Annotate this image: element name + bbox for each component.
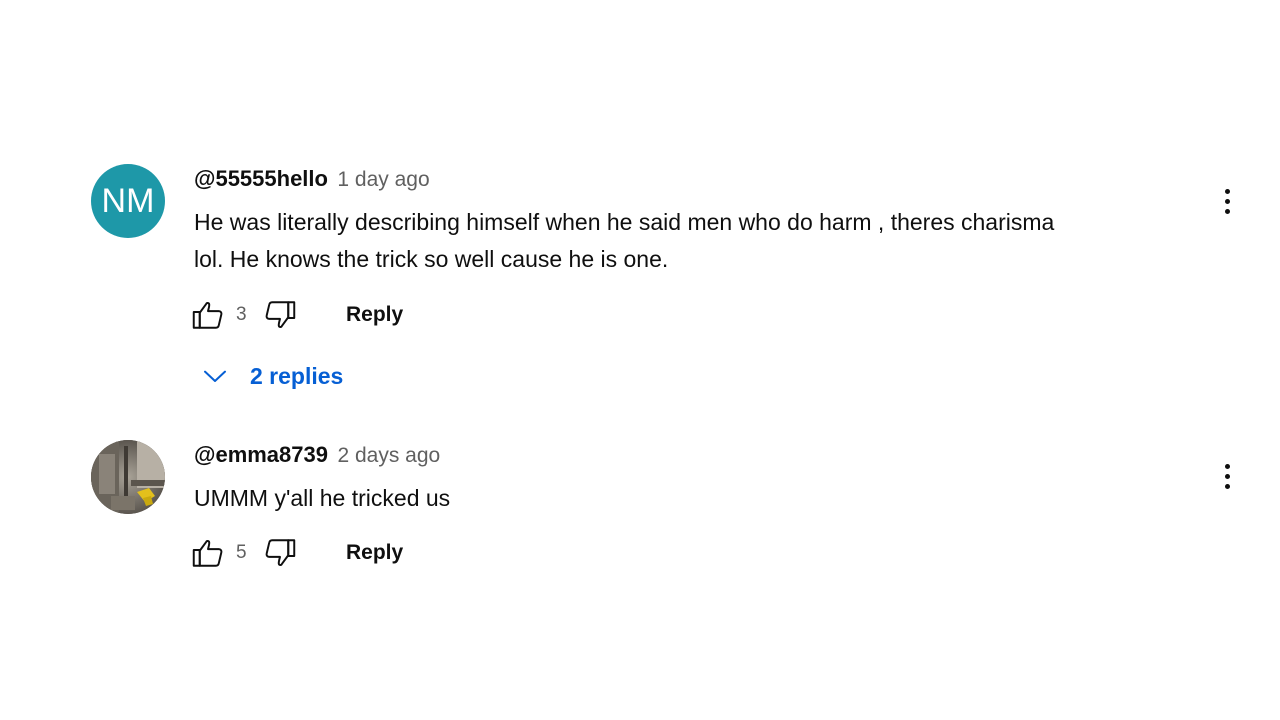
comment-text-line: lol. He knows the trick so well cause he… [194, 246, 669, 272]
replies-count-label: 2 replies [250, 362, 344, 389]
like-button[interactable] [188, 295, 228, 335]
more-vert-icon [1224, 208, 1230, 214]
avatar[interactable] [91, 440, 165, 514]
more-vert-icon [1224, 473, 1230, 479]
reply-button[interactable]: Reply [346, 541, 403, 565]
comment-text: UMMM y'all he tricked us [194, 485, 451, 511]
more-actions-button[interactable] [1210, 179, 1244, 223]
like-button[interactable] [188, 533, 228, 573]
reply-button[interactable]: Reply [346, 303, 403, 327]
thumbs-down-icon [265, 539, 296, 566]
dislike-button[interactable] [260, 533, 300, 573]
like-count: 5 [236, 542, 247, 563]
comment-timestamp[interactable]: 2 days ago [337, 444, 440, 467]
comment-header: @55555hello 1 day ago [194, 166, 430, 192]
comment-header: @emma8739 2 days ago [194, 442, 440, 468]
view-replies-button[interactable]: 2 replies [200, 356, 343, 396]
author-name[interactable]: @55555hello [194, 166, 328, 191]
avatar[interactable]: NM [91, 164, 165, 238]
more-vert-icon [1224, 463, 1230, 469]
chevron-down-icon [204, 370, 226, 382]
comment-text: He was literally describing himself when… [194, 204, 1184, 278]
comments-section: NM @55555hello 1 day ago He was literall… [0, 0, 1280, 720]
comment-text-line: He was literally describing himself when… [194, 209, 1055, 235]
comment-actions: 5 Reply [188, 533, 403, 573]
thumbs-up-icon [192, 540, 223, 567]
avatar-initials: NM [101, 181, 155, 220]
more-vert-icon [1224, 483, 1230, 489]
dislike-button[interactable] [260, 295, 300, 335]
thumbs-up-icon [192, 302, 223, 329]
thumbs-down-icon [265, 301, 296, 328]
avatar-photo-icon [91, 440, 165, 514]
like-count: 3 [236, 304, 247, 325]
more-vert-icon [1224, 188, 1230, 194]
comment-timestamp[interactable]: 1 day ago [337, 168, 429, 191]
author-name[interactable]: @emma8739 [194, 442, 328, 467]
more-actions-button[interactable] [1210, 454, 1244, 498]
comment-actions: 3 Reply [188, 295, 403, 335]
more-vert-icon [1224, 198, 1230, 204]
